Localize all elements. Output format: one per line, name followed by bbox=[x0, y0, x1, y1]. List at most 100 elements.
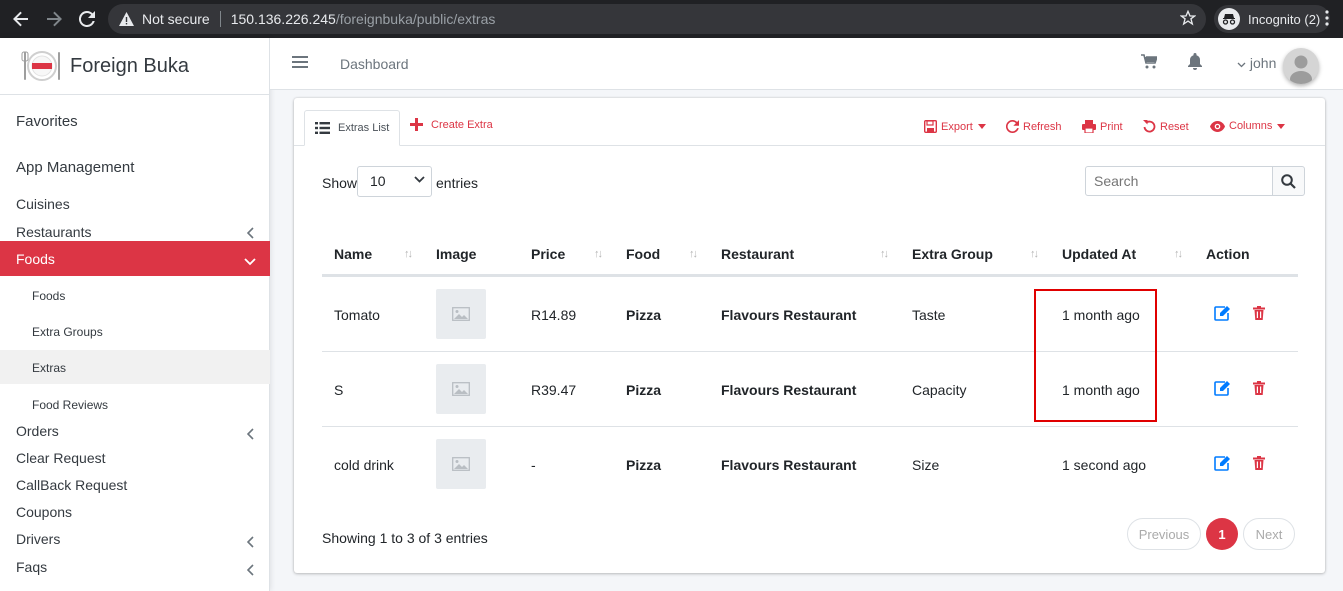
col-header-name[interactable]: Name bbox=[322, 232, 372, 276]
edit-icon[interactable] bbox=[1214, 456, 1230, 474]
chevron-left-icon[interactable] bbox=[246, 564, 255, 579]
columns-label: Columns bbox=[1229, 120, 1273, 132]
row3-updated-at: 1 second ago bbox=[1062, 457, 1147, 473]
page-size-select[interactable]: 10 bbox=[357, 166, 432, 197]
row2-restaurant: Flavours Restaurant bbox=[721, 382, 857, 398]
tab-extras-list[interactable]: Extras List bbox=[304, 110, 400, 146]
sort-icon[interactable]: ↑↓ bbox=[689, 248, 698, 260]
sidebar-sub-extra-groups[interactable]: Extra Groups bbox=[32, 325, 103, 339]
card-header: Extras List Create Extra Export Refresh … bbox=[294, 98, 1325, 146]
row2-food: Pizza bbox=[626, 382, 662, 398]
breadcrumb-dashboard[interactable]: Dashboard bbox=[340, 56, 409, 72]
chevron-down-icon[interactable] bbox=[244, 253, 256, 269]
sort-icon[interactable]: ↑↓ bbox=[880, 248, 889, 260]
row2-name: S bbox=[334, 382, 344, 398]
user-menu[interactable]: john bbox=[1237, 55, 1276, 71]
forward-icon[interactable] bbox=[42, 7, 66, 31]
col-header-price[interactable]: Price bbox=[519, 232, 565, 276]
col-header-food[interactable]: Food bbox=[614, 232, 660, 276]
trash-icon[interactable] bbox=[1253, 456, 1265, 473]
export-label: Export bbox=[941, 120, 973, 133]
hamburger-menu-icon[interactable] bbox=[292, 55, 308, 72]
pagination-previous[interactable]: Previous bbox=[1127, 518, 1201, 550]
reload-icon[interactable] bbox=[75, 7, 99, 31]
sidebar-item-foods[interactable]: Foods bbox=[16, 251, 55, 267]
incognito-label: Incognito (2) bbox=[1248, 11, 1321, 27]
sort-icon[interactable]: ↑↓ bbox=[1174, 248, 1183, 260]
tab-extras-list-label: Extras List bbox=[338, 122, 390, 134]
caret-down-icon bbox=[1277, 123, 1286, 129]
tab-create-extra-label: Create Extra bbox=[431, 118, 493, 131]
entries-label: entries bbox=[436, 175, 479, 191]
chevron-down-icon bbox=[1237, 62, 1246, 68]
export-button[interactable]: Export bbox=[924, 120, 990, 133]
sidebar-item-orders[interactable]: Orders bbox=[16, 423, 59, 439]
address-bar[interactable]: Not secure 150.136.226.245/foreignbuka/p… bbox=[108, 4, 1206, 34]
sidebar-item-callback-request[interactable]: CallBack Request bbox=[16, 477, 127, 493]
sort-icon[interactable]: ↑↓ bbox=[594, 248, 603, 260]
trash-icon[interactable] bbox=[1253, 306, 1265, 323]
print-icon bbox=[1082, 120, 1096, 133]
search-input[interactable] bbox=[1085, 166, 1273, 196]
incognito-icon bbox=[1218, 8, 1240, 30]
col-header-extra-group[interactable]: Extra Group bbox=[900, 232, 993, 276]
col-header-updated-at[interactable]: Updated At bbox=[1050, 232, 1136, 276]
print-button[interactable]: Print bbox=[1082, 120, 1123, 133]
row3-extra-group: Size bbox=[912, 457, 940, 473]
columns-button[interactable]: Columns bbox=[1210, 120, 1289, 132]
sidebar-item-coupons[interactable]: Coupons bbox=[16, 504, 72, 520]
avatar[interactable] bbox=[1283, 48, 1319, 84]
user-name: john bbox=[1249, 55, 1277, 71]
pagination-next[interactable]: Next bbox=[1243, 518, 1295, 550]
reset-button[interactable]: Reset bbox=[1143, 120, 1189, 133]
refresh-button[interactable]: Refresh bbox=[1006, 120, 1062, 133]
browser-toolbar: Not secure 150.136.226.245/foreignbuka/p… bbox=[0, 0, 1343, 38]
bookmark-star-icon[interactable] bbox=[1179, 9, 1197, 29]
sidebar-item-faqs[interactable]: Faqs bbox=[16, 559, 47, 575]
edit-icon[interactable] bbox=[1214, 381, 1230, 399]
sort-icon[interactable]: ↑↓ bbox=[404, 248, 413, 260]
cart-icon[interactable] bbox=[1141, 54, 1159, 72]
sidebar: Foreign Buka Favorites App Management Cu… bbox=[0, 38, 270, 591]
edit-icon[interactable] bbox=[1214, 306, 1230, 324]
top-navbar: Dashboard john bbox=[270, 38, 1343, 90]
sidebar-item-restaurants[interactable]: Restaurants bbox=[16, 224, 91, 240]
tab-create-extra[interactable]: Create Extra bbox=[410, 118, 493, 131]
table-info: Showing 1 to 3 of 3 entries bbox=[322, 530, 488, 546]
page-size-value: 10 bbox=[370, 173, 386, 189]
col-header-image: Image bbox=[436, 246, 477, 262]
search-button[interactable] bbox=[1272, 166, 1305, 196]
chevron-left-icon[interactable] bbox=[246, 536, 255, 551]
url-path: /foreignbuka/public/extras bbox=[335, 11, 496, 27]
row3-food: Pizza bbox=[626, 457, 662, 473]
url-divider bbox=[219, 11, 221, 27]
col-header-restaurant[interactable]: Restaurant bbox=[709, 232, 794, 276]
col-header-action: Action bbox=[1206, 246, 1250, 262]
row3-price: - bbox=[531, 457, 536, 473]
sidebar-item-clear-request[interactable]: Clear Request bbox=[16, 450, 106, 466]
chevron-down-icon bbox=[414, 176, 425, 183]
back-icon[interactable] bbox=[9, 7, 33, 31]
url-host: 150.136.226.245 bbox=[230, 11, 336, 27]
row1-name: Tomato bbox=[334, 307, 380, 323]
row2-price: R39.47 bbox=[531, 382, 577, 398]
sidebar-sub-foods[interactable]: Foods bbox=[32, 289, 65, 303]
pagination-page-1[interactable]: 1 bbox=[1206, 518, 1238, 550]
trash-icon[interactable] bbox=[1253, 381, 1265, 398]
incognito-badge[interactable]: Incognito (2) bbox=[1214, 5, 1331, 33]
sidebar-sub-extras[interactable]: Extras bbox=[32, 361, 66, 375]
row1-food: Pizza bbox=[626, 307, 662, 323]
chevron-left-icon[interactable] bbox=[246, 428, 255, 443]
sidebar-item-cuisines[interactable]: Cuisines bbox=[16, 196, 70, 212]
sidebar-item-drivers[interactable]: Drivers bbox=[16, 531, 60, 547]
brand[interactable]: Foreign Buka bbox=[0, 38, 269, 95]
more-vert-icon[interactable] bbox=[1325, 10, 1329, 29]
sidebar-sub-food-reviews[interactable]: Food Reviews bbox=[32, 398, 108, 412]
caret-down-icon bbox=[977, 124, 986, 129]
show-label: Show bbox=[322, 175, 358, 191]
undo-icon bbox=[1143, 120, 1156, 133]
chevron-left-icon[interactable] bbox=[246, 227, 255, 242]
sort-icon[interactable]: ↑↓ bbox=[1030, 248, 1039, 260]
bell-icon[interactable] bbox=[1188, 53, 1202, 73]
sidebar-item-favorites[interactable]: Favorites bbox=[16, 113, 78, 130]
